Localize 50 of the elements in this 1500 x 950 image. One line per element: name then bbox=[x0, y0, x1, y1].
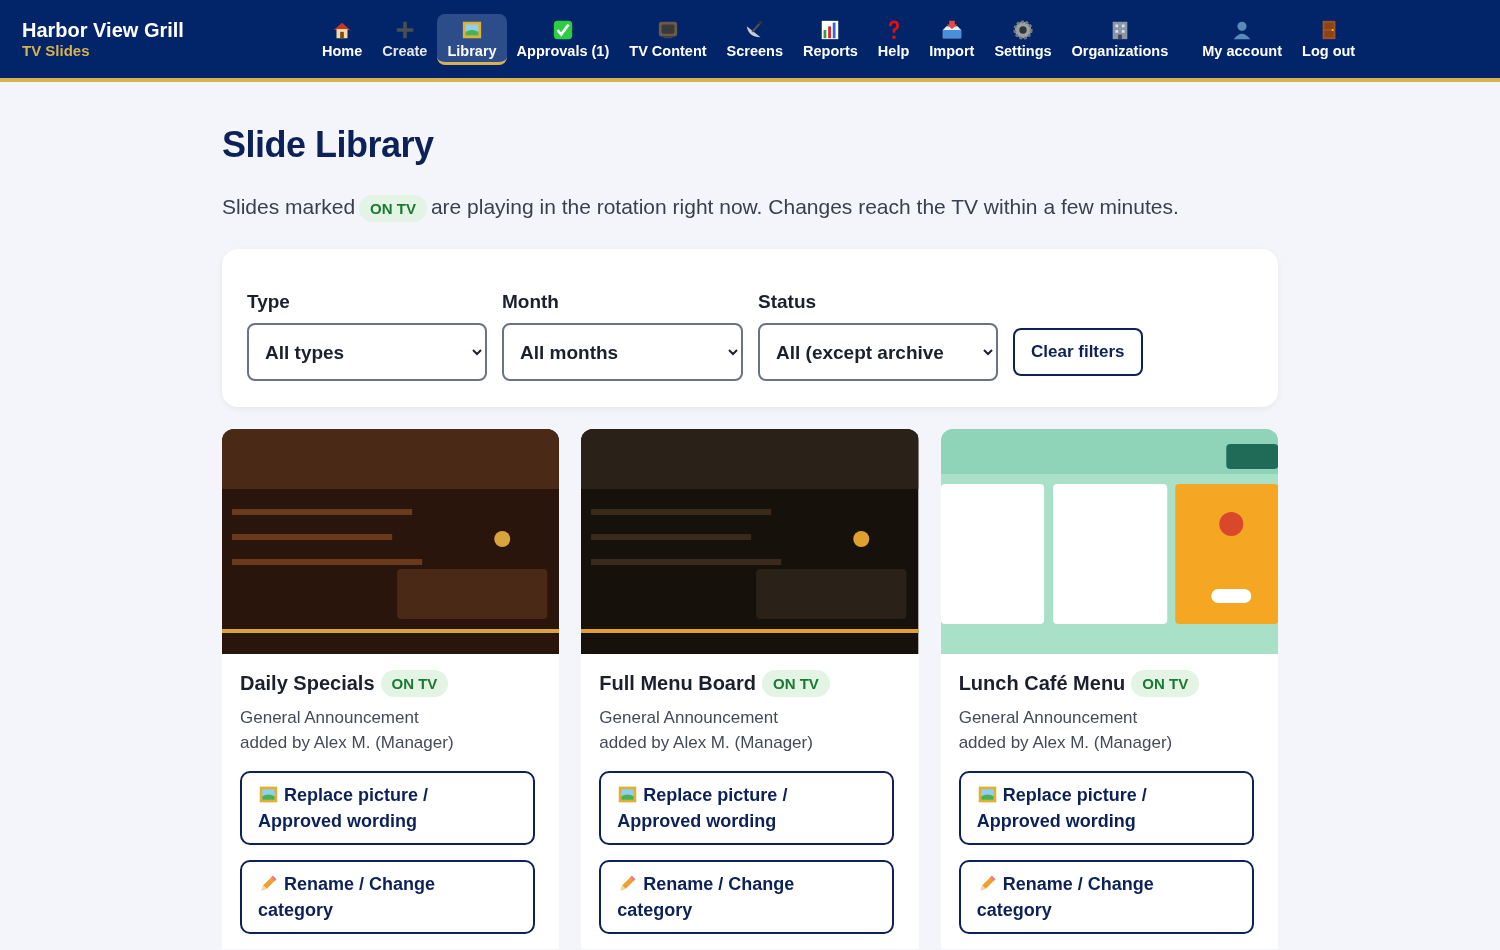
nav-item[interactable]: Screens bbox=[716, 13, 794, 65]
on-tv-badge: ON TV bbox=[359, 195, 427, 222]
rename-button[interactable]: Rename / Change category bbox=[599, 860, 895, 934]
slide-category: General Announcement bbox=[240, 707, 420, 729]
nav-item[interactable]: Import bbox=[919, 13, 985, 65]
nav-item[interactable]: Library bbox=[437, 13, 507, 65]
intro-text: are playing in the rotation right now. Changes reach the TV within a few minutes. bbox=[430, 195, 1179, 218]
picture-frame-icon bbox=[617, 784, 639, 805]
slide-title: Lunch Café Menu bbox=[958, 672, 1126, 695]
slide-title: Full Menu Board bbox=[599, 672, 756, 695]
nav-item[interactable]: Organizations bbox=[1061, 13, 1179, 65]
slide-category: General Announcement bbox=[958, 707, 1139, 729]
nav-item[interactable]: Settings bbox=[984, 13, 1062, 65]
page-title: Slide Library bbox=[222, 124, 435, 166]
filter-label: Month bbox=[502, 291, 560, 313]
slide-author: added by Alex M. (Manager) bbox=[599, 732, 814, 754]
nav-item[interactable]: TV Content bbox=[619, 13, 717, 65]
slide-author: added by Alex M. (Manager) bbox=[240, 732, 455, 754]
clear-filters-button[interactable]: Clear filters bbox=[1013, 328, 1143, 376]
nav-item[interactable]: Help bbox=[867, 13, 920, 65]
intro-text: Slides marked bbox=[222, 195, 356, 218]
on-tv-badge: ON TV bbox=[380, 670, 449, 697]
nav-item[interactable]: Approvals (1) bbox=[506, 13, 620, 65]
filter-label: Status bbox=[758, 291, 818, 313]
picture-frame-icon bbox=[258, 784, 279, 805]
rename-button[interactable]: Rename / Change category bbox=[958, 860, 1254, 934]
nav-item[interactable]: My account bbox=[1192, 13, 1293, 65]
nav-item[interactable]: Log out bbox=[1292, 13, 1366, 65]
on-tv-badge: ON TV bbox=[1131, 670, 1200, 697]
slide-author: added by Alex M. (Manager) bbox=[958, 732, 1174, 754]
picture-frame-icon bbox=[976, 784, 998, 805]
nav-item[interactable]: Home bbox=[312, 13, 373, 65]
pencil-icon bbox=[258, 873, 279, 894]
app-name: Harbor View Grill bbox=[22, 19, 185, 42]
on-tv-badge: ON TV bbox=[762, 670, 830, 697]
filter-select[interactable]: All months bbox=[502, 323, 743, 381]
inbox-icon bbox=[940, 18, 963, 41]
nav-item[interactable]: Reports bbox=[793, 13, 868, 65]
app-subtitle: TV Slides bbox=[22, 42, 91, 59]
replace-picture-button[interactable]: Replace picture / Approved wording bbox=[240, 771, 535, 845]
slide-category: General Announcement bbox=[599, 707, 779, 729]
replace-picture-button[interactable]: Replace picture / Approved wording bbox=[599, 771, 895, 845]
filter-select[interactable]: All (except archive bbox=[758, 323, 998, 381]
replace-picture-button[interactable]: Replace picture / Approved wording bbox=[958, 771, 1254, 845]
slide-title: Daily Specials bbox=[240, 672, 375, 695]
filter-label: Type bbox=[247, 291, 291, 313]
checkmark-icon bbox=[551, 18, 574, 41]
filter-select[interactable]: All types bbox=[247, 323, 487, 381]
rename-button[interactable]: Rename / Change category bbox=[240, 860, 535, 934]
settings-icon bbox=[1011, 18, 1034, 41]
